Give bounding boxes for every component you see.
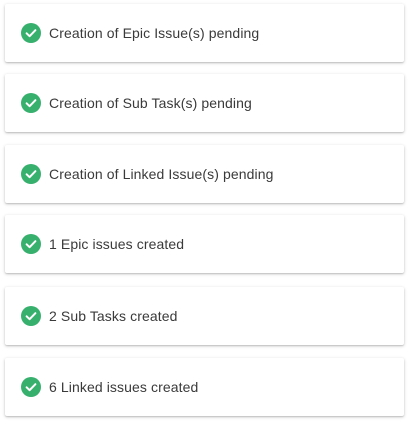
status-item-subtask-pending: Creation of Sub Task(s) pending: [5, 74, 404, 132]
check-circle-icon: [21, 377, 41, 397]
status-item-epic-pending: Creation of Epic Issue(s) pending: [5, 4, 404, 62]
status-item-epic-created: 1 Epic issues created: [5, 215, 404, 273]
check-circle-icon: [21, 23, 41, 43]
status-item-subtasks-created: 2 Sub Tasks created: [5, 287, 404, 345]
check-circle-icon: [21, 93, 41, 113]
status-item-linked-created: 6 Linked issues created: [5, 358, 404, 416]
check-circle-icon: [21, 234, 41, 254]
status-item-label: 2 Sub Tasks created: [49, 308, 178, 324]
status-item-label: 1 Epic issues created: [49, 236, 185, 252]
check-circle-icon: [21, 306, 41, 326]
status-item-linked-pending: Creation of Linked Issue(s) pending: [5, 145, 404, 203]
status-item-label: 6 Linked issues created: [49, 379, 199, 395]
check-circle-icon: [21, 164, 41, 184]
status-list: Creation of Epic Issue(s) pending Creati…: [0, 0, 408, 425]
status-item-label: Creation of Linked Issue(s) pending: [49, 166, 274, 182]
status-item-label: Creation of Sub Task(s) pending: [49, 95, 252, 111]
status-item-label: Creation of Epic Issue(s) pending: [49, 25, 260, 41]
